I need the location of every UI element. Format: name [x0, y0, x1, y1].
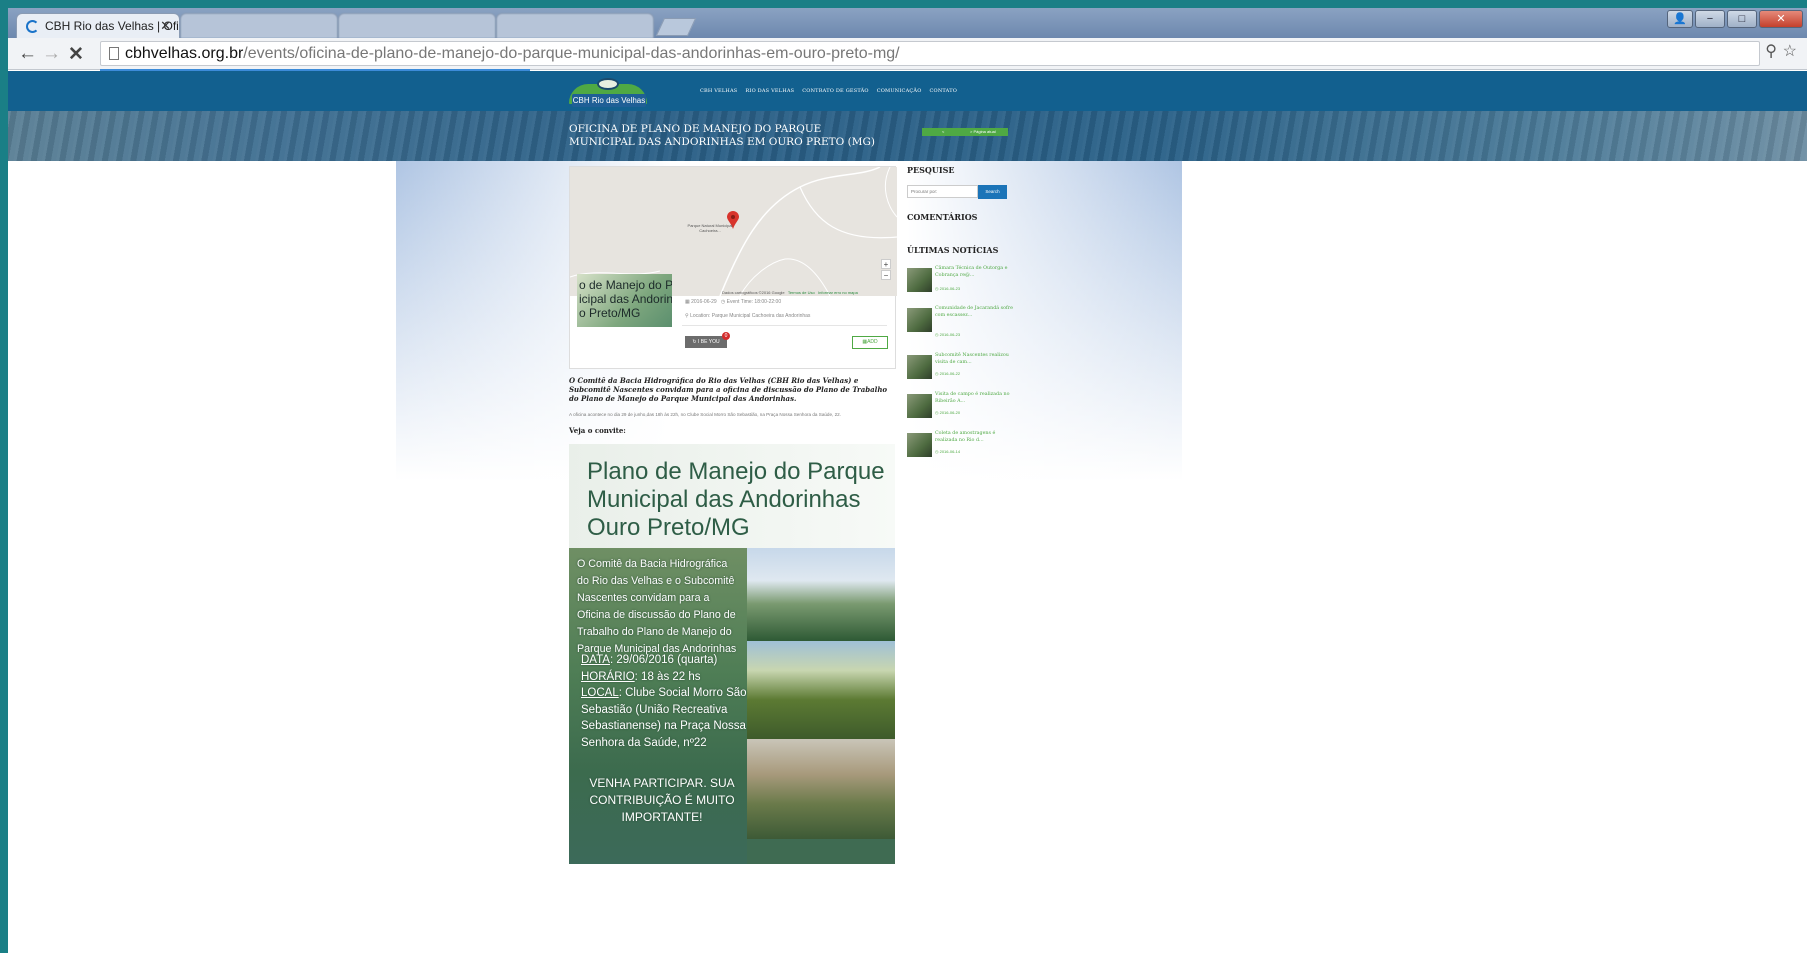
nav-contato[interactable]: CONTATO — [930, 88, 958, 94]
url-text: cbhvelhas.org.br/events/oficina-de-plano… — [125, 45, 900, 62]
tab-blurred-3[interactable] — [496, 13, 654, 38]
nav-contrato-de-gestao[interactable]: CONTRATO DE GESTÃO — [802, 88, 868, 94]
article-info: A oficina acontece no dia 29 de junho,da… — [569, 412, 841, 417]
article-lead: O Comitê da Bacia Hidrográfica do Rio da… — [569, 376, 888, 403]
news-thumbnail — [907, 433, 932, 457]
news-item[interactable]: Câmara Técnica de Outorga e Cobrança re@… — [907, 266, 1017, 298]
back-icon[interactable]: ← — [18, 43, 37, 65]
forward-icon[interactable]: → — [42, 43, 61, 65]
news-thumbnail — [907, 308, 932, 332]
landscape-photo-3 — [747, 739, 895, 839]
nav-cbh-velhas[interactable]: CBH VELHAS — [700, 88, 737, 94]
map-report-link[interactable]: Informar erro no mapa — [818, 290, 858, 295]
tab-bar: CBH Rio das Velhas | Ofic ✕ 👤 − □ ✕ — [8, 8, 1807, 38]
event-location: ⚲ Location: Parque Municipal Cachoeira d… — [685, 313, 811, 319]
maximize-button[interactable]: □ — [1727, 10, 1757, 28]
news-thumbnail — [907, 268, 932, 292]
news-date: ◷ 2016-06-22 — [935, 371, 961, 376]
bookmark-star-icon[interactable]: ☆ — [1783, 41, 1797, 61]
new-tab-button[interactable] — [655, 18, 697, 36]
location-icon: ⚲ — [685, 313, 689, 319]
map-terms-link[interactable]: Termos de Uso — [788, 290, 815, 295]
user-icon[interactable]: 👤 — [1667, 10, 1693, 28]
divider — [682, 325, 887, 326]
main-nav: CBH VELHAS RIO DAS VELHAS CONTRATO DE GE… — [700, 88, 957, 94]
sidebar-comments-heading: COMENTÁRIOS — [907, 212, 978, 222]
page-title: OFICINA DE PLANO DE MANEJO DO PARQUE MUN… — [569, 123, 875, 148]
close-tab-icon[interactable]: ✕ — [160, 18, 171, 34]
poster-title: Plano de Manejo do Parque Municipal das … — [587, 458, 885, 541]
tab-active[interactable]: CBH Rio das Velhas | Ofic ✕ — [16, 13, 180, 38]
tab-blurred-2[interactable] — [338, 13, 496, 38]
fish-icon — [597, 78, 619, 90]
poster-cta: VENHA PARTICIPAR. SUA CONTRIBUIÇÃO É MUI… — [589, 776, 735, 824]
news-date: ◷ 2016-06-20 — [935, 410, 961, 415]
map-attribution: Dados cartográficos ©2016 Google Termos … — [722, 290, 858, 295]
zoom-out-button[interactable]: − — [881, 270, 891, 280]
add-to-calendar-button[interactable]: ▦ADD — [852, 336, 888, 349]
map-place-label: Parque Natural Municipal Cachoeira... — [687, 223, 733, 233]
nav-comunicacao[interactable]: COMUNICAÇÃO — [877, 88, 922, 94]
ibeyou-count-badge: 0 — [722, 332, 730, 340]
search-input[interactable] — [907, 185, 978, 198]
breadcrumb-prev[interactable]: < — [942, 128, 944, 136]
clock-icon: ◷ — [720, 299, 726, 305]
poster-details: DATA: 29/06/2016 (quarta) HORÁRIO: 18 às… — [581, 654, 747, 749]
stop-icon[interactable]: ✕ — [68, 43, 84, 66]
news-date: ◷ 2016-06-23 — [935, 286, 961, 291]
invitation-poster: Plano de Manejo do Parque Municipal das … — [569, 444, 895, 864]
news-item[interactable]: Visita de campo é realizada no Ribeirão … — [907, 392, 1017, 424]
browser-toolbar: ← → ✕ cbhvelhas.org.br/events/oficina-de… — [8, 38, 1807, 70]
calendar-icon: ▦ — [685, 299, 690, 305]
minimize-button[interactable]: − — [1695, 10, 1725, 28]
ibeyou-button[interactable]: ↻ I BE YOU — [685, 336, 727, 348]
poster-body: O Comitê da Bacia Hidrográfica do Rio da… — [577, 558, 737, 655]
nav-rio-das-velhas[interactable]: RIO DAS VELHAS — [745, 88, 794, 94]
news-item[interactable]: Coleta de amostragens é realizada no Rio… — [907, 431, 1017, 463]
window-controls: 👤 − □ ✕ — [1667, 10, 1803, 28]
event-meta: ▦ 2016-06-29 ◷ Event Time: 18:00-22:00 — [685, 299, 781, 305]
landscape-photo-2 — [747, 641, 895, 739]
landscape-photo-1 — [747, 548, 895, 641]
arrow-icon: ↻ — [692, 339, 697, 345]
sidebar-news-heading: ÚLTIMAS NOTÍCIAS — [907, 245, 999, 255]
breadcrumb-current[interactable]: > Página atual — [970, 128, 996, 136]
loading-icon — [26, 20, 39, 33]
close-window-button[interactable]: ✕ — [1759, 10, 1803, 28]
news-thumbnail — [907, 355, 932, 379]
news-thumbnail — [907, 394, 932, 418]
event-time: Event Time: 18:00-22:00 — [726, 299, 782, 305]
sidebar-search-heading: PESQUISE — [907, 165, 955, 175]
browser-window: CBH Rio das Velhas | Ofic ✕ 👤 − □ ✕ ← → … — [8, 8, 1807, 953]
page-icon — [109, 47, 119, 60]
news-date: ◷ 2016-06-14 — [935, 449, 961, 454]
event-card: Parque Natural Municipal Cachoeira... + … — [569, 166, 897, 369]
event-thumbnail[interactable]: o de Manejo do Pa icipal das Andorinl o … — [577, 274, 672, 327]
news-date: ◷ 2016-06-23 — [935, 332, 961, 337]
invite-heading: Veja o convite: — [569, 426, 626, 435]
breadcrumb: < > Página atual — [922, 128, 1008, 136]
zoom-in-button[interactable]: + — [881, 259, 891, 269]
event-date: 2016-06-29 — [691, 299, 717, 305]
page-banner: OFICINA DE PLANO DE MANEJO DO PARQUE MUN… — [8, 111, 1807, 161]
search-button[interactable]: Search — [978, 185, 1007, 199]
site-logo[interactable]: CBH Rio das Velhas — [569, 78, 649, 107]
address-bar[interactable]: cbhvelhas.org.br/events/oficina-de-plano… — [100, 41, 1760, 66]
news-item[interactable]: Comunidade de Jacarandá sofre com escass… — [907, 306, 1017, 338]
zoom-icon[interactable]: ⚲ — [1765, 41, 1777, 61]
tab-blurred-1[interactable] — [180, 13, 338, 38]
news-item[interactable]: Subcomitê Nascentes realizou visita de c… — [907, 353, 1017, 385]
site-header: CBH Rio das Velhas CBH VELHAS RIO DAS VE… — [8, 71, 1807, 111]
